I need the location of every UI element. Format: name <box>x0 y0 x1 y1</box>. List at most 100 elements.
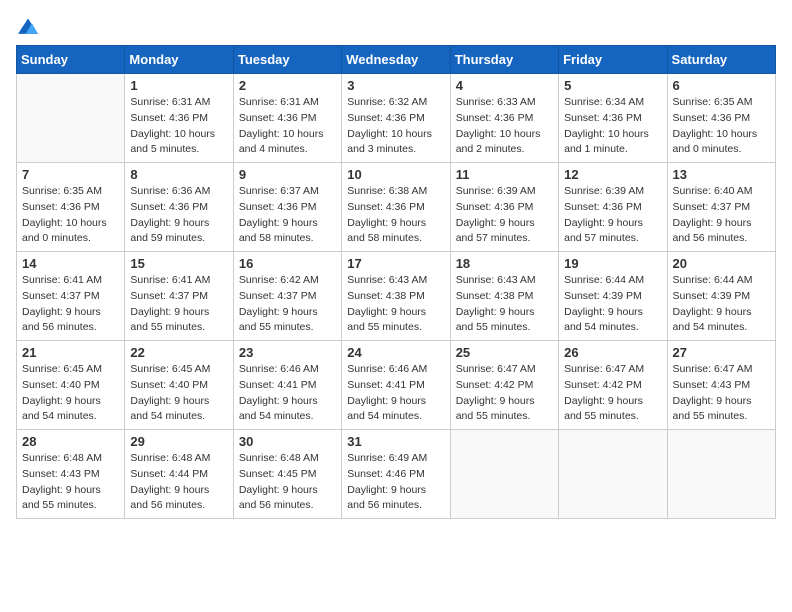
day-number: 24 <box>347 345 444 360</box>
day-number: 11 <box>456 167 553 182</box>
day-number: 6 <box>673 78 770 93</box>
day-number: 7 <box>22 167 119 182</box>
day-number: 2 <box>239 78 336 93</box>
day-info: Sunrise: 6:39 AM Sunset: 4:36 PM Dayligh… <box>456 184 553 247</box>
day-info: Sunrise: 6:46 AM Sunset: 4:41 PM Dayligh… <box>239 362 336 425</box>
calendar-cell <box>450 430 558 519</box>
calendar-week-row: 28 Sunrise: 6:48 AM Sunset: 4:43 PM Dayli… <box>17 430 776 519</box>
day-number: 20 <box>673 256 770 271</box>
day-info: Sunrise: 6:48 AM Sunset: 4:45 PM Dayligh… <box>239 451 336 514</box>
day-info: Sunrise: 6:39 AM Sunset: 4:36 PM Dayligh… <box>564 184 661 247</box>
calendar-week-row: 1Sunrise: 6:31 AM Sunset: 4:36 PM Daylig… <box>17 74 776 163</box>
day-number: 17 <box>347 256 444 271</box>
day-info: Sunrise: 6:35 AM Sunset: 4:36 PM Dayligh… <box>673 95 770 158</box>
day-number: 4 <box>456 78 553 93</box>
calendar-cell: 30 Sunrise: 6:48 AM Sunset: 4:45 PM Dayli… <box>233 430 341 519</box>
day-info: Sunrise: 6:32 AM Sunset: 4:36 PM Dayligh… <box>347 95 444 158</box>
day-info: Sunrise: 6:41 AM Sunset: 4:37 PM Dayligh… <box>130 273 227 336</box>
calendar-cell: 31Sunrise: 6:49 AM Sunset: 4:46 PM Dayli… <box>342 430 450 519</box>
col-header-thursday: Thursday <box>450 46 558 74</box>
day-info: Sunrise: 6:31 AM Sunset: 4:36 PM Dayligh… <box>239 95 336 158</box>
day-number: 26 <box>564 345 661 360</box>
day-number: 25 <box>456 345 553 360</box>
day-info: Sunrise: 6:31 AM Sunset: 4:36 PM Dayligh… <box>130 95 227 158</box>
calendar-cell: 21Sunrise: 6:45 AM Sunset: 4:40 PM Dayli… <box>17 341 125 430</box>
day-info: Sunrise: 6:45 AM Sunset: 4:40 PM Dayligh… <box>22 362 119 425</box>
calendar-cell: 8Sunrise: 6:36 AM Sunset: 4:36 PM Daylig… <box>125 163 233 252</box>
day-info: Sunrise: 6:37 AM Sunset: 4:36 PM Dayligh… <box>239 184 336 247</box>
day-number: 18 <box>456 256 553 271</box>
logo-icon <box>16 17 40 37</box>
day-info: Sunrise: 6:43 AM Sunset: 4:38 PM Dayligh… <box>456 273 553 336</box>
day-info: Sunrise: 6:43 AM Sunset: 4:38 PM Dayligh… <box>347 273 444 336</box>
day-info: Sunrise: 6:47 AM Sunset: 4:42 PM Dayligh… <box>456 362 553 425</box>
calendar-cell: 6 Sunrise: 6:35 AM Sunset: 4:36 PM Daylig… <box>667 74 775 163</box>
day-number: 23 <box>239 345 336 360</box>
day-info: Sunrise: 6:44 AM Sunset: 4:39 PM Dayligh… <box>564 273 661 336</box>
calendar-cell: 10 Sunrise: 6:38 AM Sunset: 4:36 PM Dayli… <box>342 163 450 252</box>
calendar-cell: 15 Sunrise: 6:41 AM Sunset: 4:37 PM Dayli… <box>125 252 233 341</box>
col-header-saturday: Saturday <box>667 46 775 74</box>
calendar-cell: 3Sunrise: 6:32 AM Sunset: 4:36 PM Daylig… <box>342 74 450 163</box>
page-header <box>16 16 776 37</box>
calendar-cell: 26 Sunrise: 6:47 AM Sunset: 4:42 PM Dayli… <box>559 341 667 430</box>
calendar-cell: 4 Sunrise: 6:33 AM Sunset: 4:36 PM Daylig… <box>450 74 558 163</box>
day-info: Sunrise: 6:35 AM Sunset: 4:36 PM Dayligh… <box>22 184 119 247</box>
day-info: Sunrise: 6:45 AM Sunset: 4:40 PM Dayligh… <box>130 362 227 425</box>
day-info: Sunrise: 6:44 AM Sunset: 4:39 PM Dayligh… <box>673 273 770 336</box>
calendar-cell <box>667 430 775 519</box>
day-number: 31 <box>347 434 444 449</box>
col-header-friday: Friday <box>559 46 667 74</box>
day-number: 9 <box>239 167 336 182</box>
calendar-table: SundayMondayTuesdayWednesdayThursdayFrid… <box>16 45 776 519</box>
day-number: 10 <box>347 167 444 182</box>
day-number: 29 <box>130 434 227 449</box>
calendar-cell: 14 Sunrise: 6:41 AM Sunset: 4:37 PM Dayli… <box>17 252 125 341</box>
day-number: 27 <box>673 345 770 360</box>
calendar-cell: 9 Sunrise: 6:37 AM Sunset: 4:36 PM Daylig… <box>233 163 341 252</box>
calendar-cell: 1Sunrise: 6:31 AM Sunset: 4:36 PM Daylig… <box>125 74 233 163</box>
day-number: 5 <box>564 78 661 93</box>
calendar-cell: 16Sunrise: 6:42 AM Sunset: 4:37 PM Dayli… <box>233 252 341 341</box>
calendar-cell: 12Sunrise: 6:39 AM Sunset: 4:36 PM Dayli… <box>559 163 667 252</box>
calendar-cell: 7 Sunrise: 6:35 AM Sunset: 4:36 PM Daylig… <box>17 163 125 252</box>
day-info: Sunrise: 6:48 AM Sunset: 4:43 PM Dayligh… <box>22 451 119 514</box>
calendar-cell: 22Sunrise: 6:45 AM Sunset: 4:40 PM Dayli… <box>125 341 233 430</box>
day-number: 28 <box>22 434 119 449</box>
calendar-cell: 28 Sunrise: 6:48 AM Sunset: 4:43 PM Dayli… <box>17 430 125 519</box>
day-info: Sunrise: 6:47 AM Sunset: 4:43 PM Dayligh… <box>673 362 770 425</box>
day-info: Sunrise: 6:38 AM Sunset: 4:36 PM Dayligh… <box>347 184 444 247</box>
calendar-cell: 25 Sunrise: 6:47 AM Sunset: 4:42 PM Dayli… <box>450 341 558 430</box>
calendar-cell: 19Sunrise: 6:44 AM Sunset: 4:39 PM Dayli… <box>559 252 667 341</box>
calendar-header-row: SundayMondayTuesdayWednesdayThursdayFrid… <box>17 46 776 74</box>
calendar-cell <box>17 74 125 163</box>
calendar-cell: 11 Sunrise: 6:39 AM Sunset: 4:36 PM Dayli… <box>450 163 558 252</box>
day-info: Sunrise: 6:33 AM Sunset: 4:36 PM Dayligh… <box>456 95 553 158</box>
day-info: Sunrise: 6:40 AM Sunset: 4:37 PM Dayligh… <box>673 184 770 247</box>
day-info: Sunrise: 6:47 AM Sunset: 4:42 PM Dayligh… <box>564 362 661 425</box>
day-info: Sunrise: 6:41 AM Sunset: 4:37 PM Dayligh… <box>22 273 119 336</box>
calendar-week-row: 7 Sunrise: 6:35 AM Sunset: 4:36 PM Daylig… <box>17 163 776 252</box>
calendar-cell: 5 Sunrise: 6:34 AM Sunset: 4:36 PM Daylig… <box>559 74 667 163</box>
calendar-week-row: 14 Sunrise: 6:41 AM Sunset: 4:37 PM Dayli… <box>17 252 776 341</box>
day-number: 13 <box>673 167 770 182</box>
day-number: 30 <box>239 434 336 449</box>
col-header-tuesday: Tuesday <box>233 46 341 74</box>
calendar-cell <box>559 430 667 519</box>
calendar-cell: 24 Sunrise: 6:46 AM Sunset: 4:41 PM Dayli… <box>342 341 450 430</box>
day-info: Sunrise: 6:34 AM Sunset: 4:36 PM Dayligh… <box>564 95 661 158</box>
calendar-cell: 13 Sunrise: 6:40 AM Sunset: 4:37 PM Dayli… <box>667 163 775 252</box>
day-info: Sunrise: 6:48 AM Sunset: 4:44 PM Dayligh… <box>130 451 227 514</box>
day-number: 8 <box>130 167 227 182</box>
col-header-wednesday: Wednesday <box>342 46 450 74</box>
calendar-cell: 29 Sunrise: 6:48 AM Sunset: 4:44 PM Dayli… <box>125 430 233 519</box>
day-number: 15 <box>130 256 227 271</box>
calendar-cell: 2 Sunrise: 6:31 AM Sunset: 4:36 PM Daylig… <box>233 74 341 163</box>
day-number: 14 <box>22 256 119 271</box>
calendar-cell: 17 Sunrise: 6:43 AM Sunset: 4:38 PM Dayli… <box>342 252 450 341</box>
col-header-sunday: Sunday <box>17 46 125 74</box>
calendar-cell: 23 Sunrise: 6:46 AM Sunset: 4:41 PM Dayli… <box>233 341 341 430</box>
calendar-cell: 18 Sunrise: 6:43 AM Sunset: 4:38 PM Dayli… <box>450 252 558 341</box>
col-header-monday: Monday <box>125 46 233 74</box>
day-info: Sunrise: 6:46 AM Sunset: 4:41 PM Dayligh… <box>347 362 444 425</box>
